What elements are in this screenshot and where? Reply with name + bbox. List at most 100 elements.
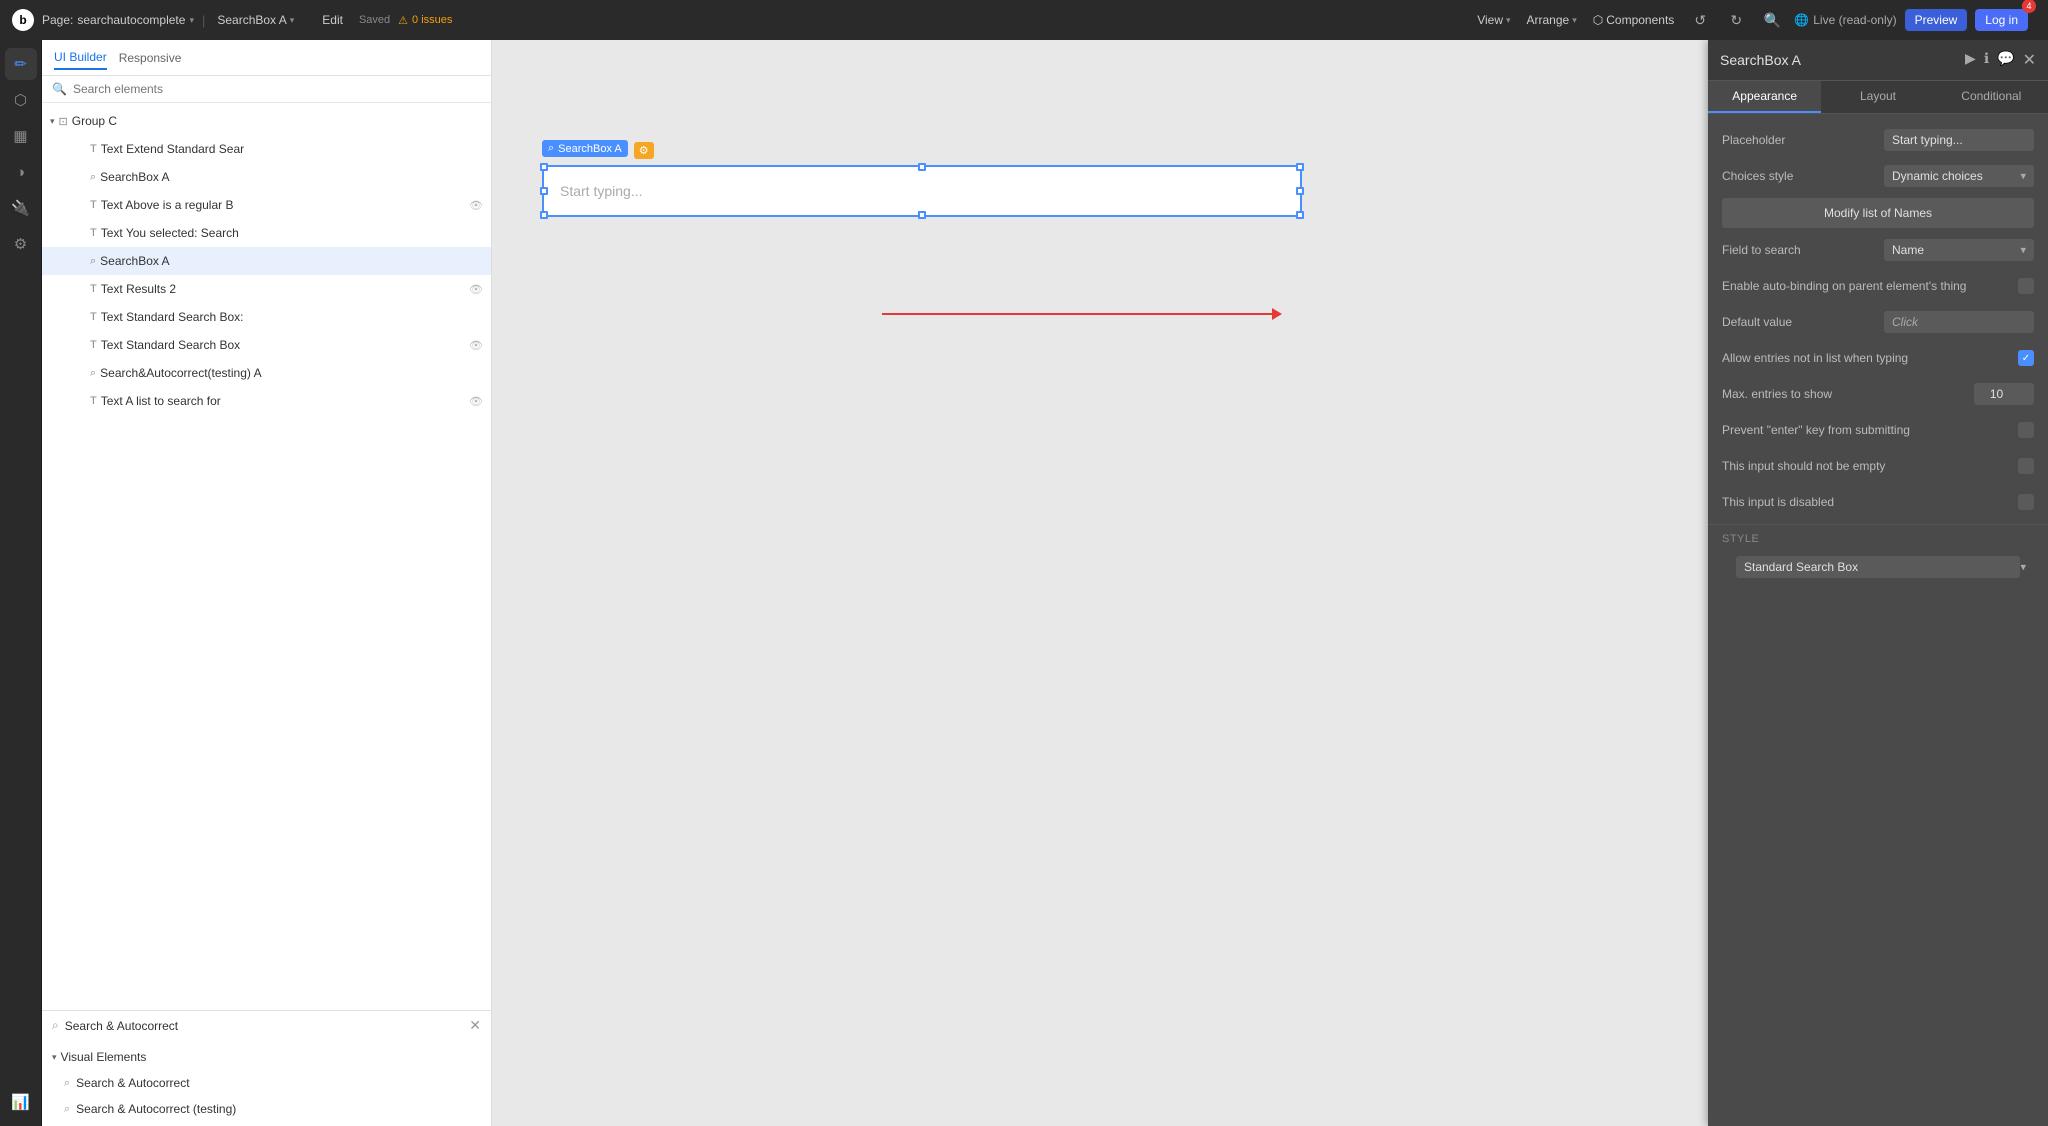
not-empty-checkbox[interactable]: [2018, 458, 2034, 474]
comment-icon[interactable]: 💬: [1997, 50, 2014, 70]
text-icon: T: [90, 143, 97, 155]
tab-layout[interactable]: Layout: [1821, 81, 1934, 113]
arrow-line: [882, 313, 1272, 315]
sidebar-icon-edit[interactable]: ✏: [5, 48, 37, 80]
tree-item-text-standard-1[interactable]: T Text Standard Search Box:: [42, 303, 491, 331]
visual-elements-header[interactable]: ▾ Visual Elements: [42, 1044, 491, 1070]
not-empty-value: [2018, 458, 2034, 474]
default-value: Click: [1884, 311, 2034, 333]
sidebar-icon-workflow[interactable]: ⬡: [5, 84, 37, 116]
max-entries-label: Max. entries to show: [1722, 387, 1966, 401]
search-button[interactable]: 🔍: [1758, 6, 1786, 34]
globe-icon: 🌐: [1794, 13, 1809, 27]
props-tabs: Appearance Layout Conditional: [1708, 81, 2048, 114]
visibility-icon[interactable]: 👁: [469, 283, 483, 296]
tree-item-text-results[interactable]: T Text Results 2 👁: [42, 275, 491, 303]
field-to-search-label: Field to search: [1722, 243, 1876, 257]
tab-ui-builder[interactable]: UI Builder: [54, 46, 107, 70]
resize-handle-tl[interactable]: [540, 163, 548, 171]
canvas-placeholder-text: Start typing...: [560, 183, 642, 199]
edit-button[interactable]: Edit: [316, 10, 349, 30]
canvas-label-text: SearchBox A: [558, 143, 622, 155]
tree-item-label: SearchBox A: [100, 254, 483, 268]
undo-button[interactable]: ↺: [1686, 6, 1714, 34]
prevent-enter-checkbox[interactable]: [2018, 422, 2034, 438]
tab-conditional[interactable]: Conditional: [1935, 81, 2048, 113]
icon-sidebar: ✏ ⬡ ▦ ◑ 🔌 ⚙ 📊: [0, 40, 42, 1126]
disabled-checkbox[interactable]: [2018, 494, 2034, 510]
canvas-searchbox-wrapper: ⌕ SearchBox A ⚙ Start typing...: [542, 140, 1302, 217]
props-close-button[interactable]: ✕: [2023, 50, 2036, 70]
choices-style-select[interactable]: Dynamic choices Static choices: [1884, 165, 2034, 187]
search-item-icon: ⌕: [64, 1077, 70, 1090]
component-name-item[interactable]: SearchBox A ▾: [213, 11, 298, 29]
preview-button[interactable]: Preview: [1905, 9, 1968, 31]
tree-item-text-selected[interactable]: T Text You selected: Search: [42, 219, 491, 247]
canvas-area[interactable]: ⌕ SearchBox A ⚙ Start typing...: [492, 40, 2048, 1126]
resize-handle-br[interactable]: [1296, 211, 1304, 219]
allow-entries-checkbox[interactable]: ✓: [2018, 350, 2034, 366]
text-icon: T: [90, 227, 97, 239]
resize-handle-bm[interactable]: [918, 211, 926, 219]
sidebar-icon-data[interactable]: ▦: [5, 120, 37, 152]
prevent-enter-row: Prevent "enter" key from submitting: [1708, 412, 2048, 448]
resize-handle-tr[interactable]: [1296, 163, 1304, 171]
tree-item-text-standard-2[interactable]: T Text Standard Search Box 👁: [42, 331, 491, 359]
tree-item-label: Text You selected: Search: [101, 226, 483, 240]
style-row: Standard Search Box: [1708, 549, 2048, 585]
resize-handle-ml[interactable]: [540, 187, 548, 195]
tree-item-text-extend[interactable]: T Text Extend Standard Sear: [42, 135, 491, 163]
tree-item-group-c[interactable]: ▾ ⊡ Group C: [42, 107, 491, 135]
prevent-enter-label: Prevent "enter" key from submitting: [1722, 423, 2010, 437]
sidebar-icon-settings[interactable]: ⚙: [5, 228, 37, 260]
auto-binding-value: [2018, 278, 2034, 294]
live-mode-button[interactable]: 🌐 Live (read-only): [1794, 13, 1896, 27]
arrange-menu[interactable]: Arrange ▾: [1523, 11, 1581, 29]
page-chevron-icon[interactable]: ▾: [189, 15, 194, 26]
sidebar-icon-analytics[interactable]: 📊: [5, 1086, 37, 1118]
components-menu[interactable]: ⬡ Components: [1589, 11, 1679, 29]
visibility-icon[interactable]: 👁: [469, 339, 483, 352]
view-menu[interactable]: View ▾: [1473, 11, 1514, 29]
sidebar-icon-plugins[interactable]: 🔌: [5, 192, 37, 224]
issues-indicator[interactable]: ⚠ 0 issues: [398, 14, 452, 27]
page-name[interactable]: searchautocomplete: [77, 13, 185, 27]
visibility-icon[interactable]: 👁: [469, 199, 483, 212]
canvas-searchbox-element[interactable]: Start typing...: [542, 165, 1302, 217]
not-empty-row: This input should not be empty: [1708, 448, 2048, 484]
style-select[interactable]: Standard Search Box: [1736, 556, 2020, 578]
tree-item-searchbox-a-selected[interactable]: ⌕ SearchBox A: [42, 247, 491, 275]
tab-responsive[interactable]: Responsive: [119, 47, 182, 69]
auto-binding-checkbox[interactable]: [2018, 278, 2034, 294]
info-icon[interactable]: ℹ: [1984, 50, 1989, 70]
element-search-input[interactable]: [73, 82, 481, 96]
bottom-panel-close-button[interactable]: ✕: [469, 1017, 481, 1034]
choices-style-value: Dynamic choices Static choices: [1884, 165, 2034, 187]
play-icon[interactable]: ▶: [1965, 50, 1976, 70]
auto-binding-row: Enable auto-binding on parent element's …: [1708, 268, 2048, 304]
component-chevron-icon[interactable]: ▾: [290, 15, 295, 26]
disabled-value: [2018, 494, 2034, 510]
resize-handle-mr[interactable]: [1296, 187, 1304, 195]
modify-list-button[interactable]: Modify list of Names: [1722, 198, 2034, 228]
login-button[interactable]: Log in: [1975, 9, 2028, 31]
tree-item-searchbox-a-1[interactable]: ⌕ SearchBox A: [42, 163, 491, 191]
tab-appearance[interactable]: Appearance: [1708, 81, 1821, 113]
sidebar-icon-styles[interactable]: ◑: [5, 156, 37, 188]
placeholder-input[interactable]: [1884, 129, 2034, 151]
default-value-button[interactable]: Click: [1884, 311, 2034, 333]
resize-handle-tm[interactable]: [918, 163, 926, 171]
checkmark-icon: ✓: [2022, 353, 2030, 364]
bottom-item-search-autocorrect[interactable]: ⌕ Search & Autocorrect: [42, 1070, 491, 1096]
bottom-item-search-autocorrect-testing[interactable]: ⌕ Search & Autocorrect (testing): [42, 1096, 491, 1122]
max-entries-input[interactable]: [1974, 383, 2034, 405]
visibility-icon[interactable]: 👁: [469, 395, 483, 408]
tree-item-search-autocorrect[interactable]: ⌕ Search&Autocorrect(testing) A: [42, 359, 491, 387]
resize-handle-bl[interactable]: [540, 211, 548, 219]
field-to-search-select[interactable]: Name: [1884, 239, 2034, 261]
tree-item-text-above[interactable]: T Text Above is a regular B 👁: [42, 191, 491, 219]
components-icon: ⬡: [1593, 13, 1603, 27]
placeholder-label: Placeholder: [1722, 133, 1876, 147]
redo-button[interactable]: ↻: [1722, 6, 1750, 34]
tree-item-text-list[interactable]: T Text A list to search for 👁: [42, 387, 491, 415]
